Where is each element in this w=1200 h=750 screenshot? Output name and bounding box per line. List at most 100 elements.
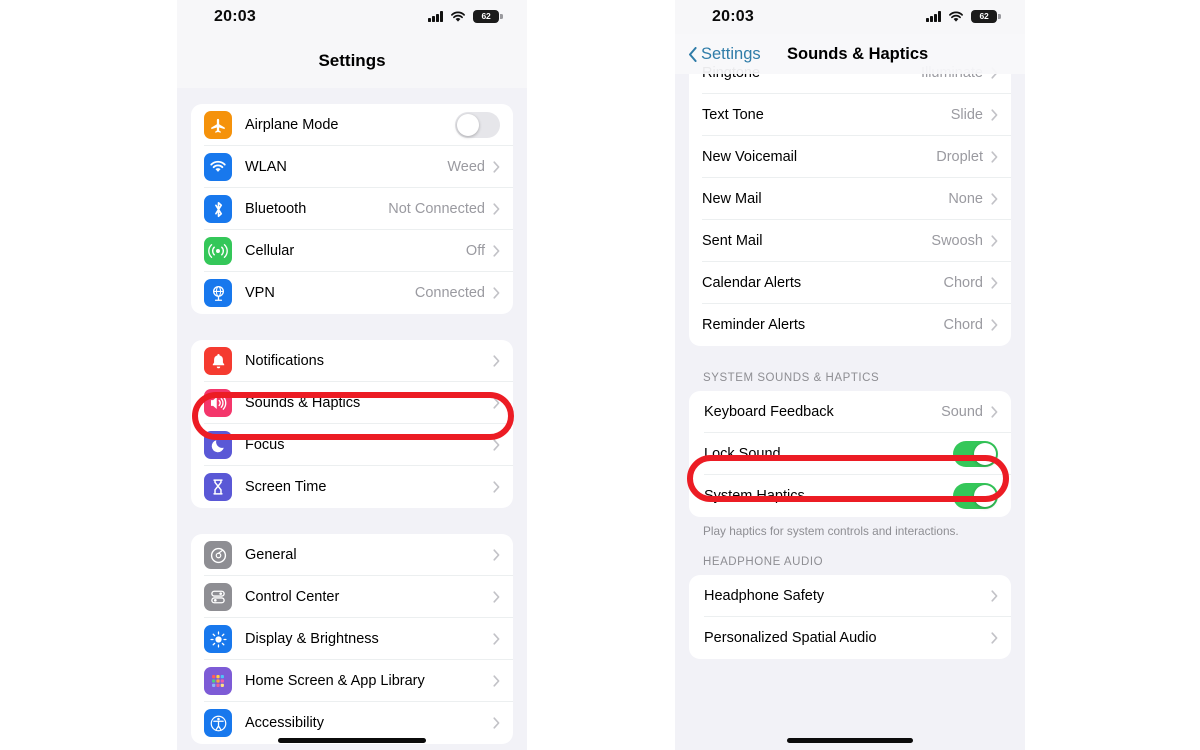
settings-row-keyboard-feedback[interactable]: Keyboard Feedback Sound — [704, 391, 1011, 433]
wifi-icon — [949, 11, 963, 22]
wifi-icon — [204, 153, 232, 181]
settings-row-text-tone[interactable]: Text Tone Slide — [702, 94, 1011, 136]
settings-row-label: New Mail — [702, 191, 762, 207]
chevron-right-icon — [493, 287, 500, 299]
settings-row-label: Headphone Safety — [704, 587, 825, 604]
accessibility-icon — [204, 709, 232, 737]
settings-row-vpn[interactable]: VPN Connected — [204, 272, 513, 314]
settings-row-value: Chord — [943, 275, 984, 291]
settings-row-label: Sent Mail — [702, 233, 763, 249]
settings-row-system-haptics[interactable]: System Haptics — [704, 475, 1011, 517]
battery-icon: 62 — [473, 10, 503, 23]
settings-row-value: Sound — [941, 404, 983, 420]
moon-icon — [204, 431, 232, 459]
status-bar-right: 20:03 62 — [675, 0, 1025, 34]
bluetooth-icon — [204, 195, 232, 223]
chevron-right-icon — [991, 109, 998, 121]
settings-group-system: General Control Center Display & Brightn… — [191, 534, 513, 744]
chevron-right-icon — [493, 549, 500, 561]
headphone-audio-group: Headphone Safety Personalized Spatial Au… — [689, 574, 1011, 659]
system-sounds-group: Keyboard Feedback Sound Lock Sound Syste… — [689, 391, 1011, 517]
cellular-bars-icon — [926, 11, 941, 22]
settings-row-label: WLAN — [245, 159, 287, 175]
settings-row-label: Text Tone — [702, 107, 764, 123]
settings-row-display-brightness[interactable]: Display & Brightness — [204, 618, 513, 660]
settings-row-headphone-safety[interactable]: Headphone Safety — [704, 575, 1011, 617]
settings-row-label: Control Center — [245, 589, 340, 605]
settings-row-value: Connected — [414, 285, 485, 301]
settings-row-general[interactable]: General — [204, 534, 513, 576]
battery-percent-label: 62 — [979, 11, 989, 22]
settings-row-bluetooth[interactable]: Bluetooth Not Connected — [204, 188, 513, 230]
phone-screen-settings: 20:03 62 Settings Airplane Mode WLAN Wee… — [177, 0, 527, 750]
settings-row-focus[interactable]: Focus — [204, 424, 513, 466]
settings-scroll-content[interactable]: Airplane Mode WLAN Weed Bluetooth Not Co… — [177, 88, 527, 744]
settings-row-value: Chord — [943, 317, 984, 333]
settings-row-calendar-alerts[interactable]: Calendar Alerts Chord — [702, 262, 1011, 304]
chevron-right-icon — [493, 245, 500, 257]
settings-row-lock-sound[interactable]: Lock Sound — [704, 433, 1011, 475]
back-button-label: Settings — [701, 44, 761, 63]
settings-row-sounds-haptics[interactable]: Sounds & Haptics — [204, 382, 513, 424]
settings-row-label: Lock Sound — [704, 446, 781, 462]
settings-row-reminder-alerts[interactable]: Reminder Alerts Chord — [702, 304, 1011, 346]
gear-icon — [204, 541, 232, 569]
settings-row-new-voicemail[interactable]: New Voicemail Droplet — [702, 136, 1011, 178]
status-time: 20:03 — [214, 8, 256, 25]
lock-sound-toggle[interactable] — [953, 441, 998, 467]
settings-row-airplane-mode[interactable]: Airplane Mode — [204, 104, 513, 146]
section-header-system-sounds: SYSTEM SOUNDS & HAPTICS — [703, 372, 880, 384]
app-grid-icon — [204, 667, 232, 695]
page-title: Sounds & Haptics — [787, 44, 929, 63]
hourglass-icon — [204, 473, 232, 501]
home-indicator-right — [787, 738, 913, 743]
chevron-right-icon — [493, 439, 500, 451]
settings-row-value: Not Connected — [388, 201, 485, 217]
chevron-right-icon — [493, 675, 500, 687]
chevron-right-icon — [991, 406, 998, 418]
settings-row-value: Swoosh — [931, 233, 983, 249]
settings-row-label: VPN — [245, 285, 275, 301]
chevron-right-icon — [493, 203, 500, 215]
chevron-right-icon — [991, 193, 998, 205]
settings-row-cellular[interactable]: Cellular Off — [204, 230, 513, 272]
settings-row-value: None — [948, 191, 983, 207]
chevron-right-icon — [493, 161, 500, 173]
settings-row-label: General — [245, 547, 297, 563]
settings-row-screen-time[interactable]: Screen Time — [204, 466, 513, 508]
page-title: Settings — [318, 51, 386, 70]
sounds-scroll-content[interactable]: Ringtone Illuminate Text Tone Slide New … — [675, 52, 1025, 659]
settings-row-label: Notifications — [245, 353, 324, 369]
settings-row-personalized-spatial-audio[interactable]: Personalized Spatial Audio — [704, 617, 1011, 659]
screenshot-canvas: 20:03 62 Settings Airplane Mode WLAN Wee… — [0, 0, 1200, 750]
settings-row-value: Slide — [950, 107, 983, 123]
system-haptics-toggle[interactable] — [953, 483, 998, 509]
chevron-right-icon — [493, 481, 500, 493]
wifi-icon — [451, 11, 465, 22]
home-indicator-left — [278, 738, 426, 743]
settings-row-control-center[interactable]: Control Center — [204, 576, 513, 618]
settings-row-label: Personalized Spatial Audio — [704, 629, 877, 646]
back-button[interactable]: Settings — [688, 45, 761, 64]
settings-row-label: Focus — [245, 437, 285, 453]
chevron-right-icon — [991, 319, 998, 331]
settings-row-value: Weed — [447, 159, 485, 175]
settings-row-sent-mail[interactable]: Sent Mail Swoosh — [702, 220, 1011, 262]
chevron-left-icon — [689, 46, 697, 62]
settings-row-home-screen[interactable]: Home Screen & App Library — [204, 660, 513, 702]
sounds-group: Ringtone Illuminate Text Tone Slide New … — [689, 52, 1011, 346]
battery-icon: 62 — [971, 10, 1001, 23]
status-indicators: 62 — [428, 10, 503, 23]
chevron-right-icon — [493, 591, 500, 603]
settings-row-notifications[interactable]: Notifications — [204, 340, 513, 382]
settings-row-wlan[interactable]: WLAN Weed — [204, 146, 513, 188]
settings-group-connectivity: Airplane Mode WLAN Weed Bluetooth Not Co… — [191, 104, 513, 314]
chevron-right-icon — [493, 633, 500, 645]
airplane-mode-toggle[interactable] — [455, 112, 500, 138]
settings-row-new-mail[interactable]: New Mail None — [702, 178, 1011, 220]
settings-row-label: Calendar Alerts — [702, 275, 802, 291]
vpn-globe-icon — [204, 279, 232, 307]
cellular-bars-icon — [428, 11, 443, 22]
phone-screen-sounds-haptics: 20:03 62 Settings Sounds & Haptics Text … — [675, 0, 1025, 750]
settings-row-label: Screen Time — [245, 479, 327, 495]
